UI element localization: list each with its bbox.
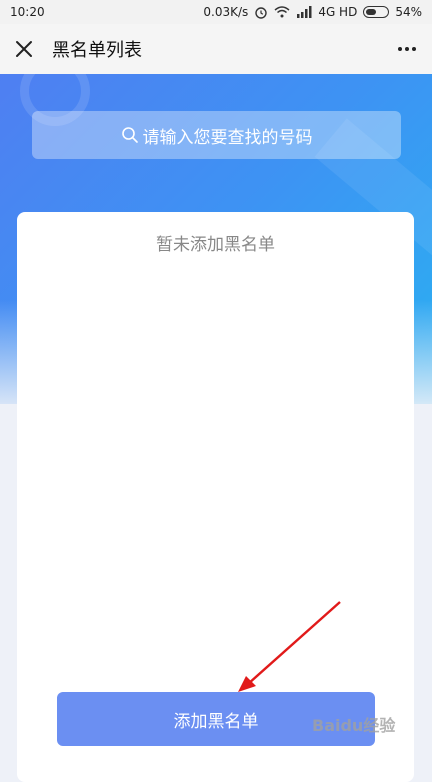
battery-percent: 54% (395, 5, 422, 19)
search-placeholder: 请输入您要查找的号码 (142, 127, 313, 148)
status-bar: 10:20 0.03K/s 4G HD 54% (0, 0, 432, 24)
status-time: 10:20 (10, 5, 45, 19)
search-icon (121, 127, 138, 143)
battery-icon (363, 6, 390, 18)
wifi-icon (274, 6, 290, 18)
more-icon[interactable] (396, 39, 418, 59)
page-title: 黑名单列表 (52, 40, 142, 61)
watermark-logo: Baidu经验 (312, 716, 396, 735)
empty-state-text: 暂未添加黑名单 (156, 235, 275, 255)
close-icon[interactable] (14, 39, 34, 59)
add-blacklist-label: 添加黑名单 (173, 711, 259, 732)
title-bar: 黑名单列表 (0, 24, 432, 74)
battery-fill (366, 9, 377, 15)
status-icons: 0.03K/s 4G HD 54% (203, 5, 422, 19)
network-type: 4G HD (318, 5, 358, 19)
network-speed: 0.03K/s (203, 5, 249, 19)
alarm-icon (255, 7, 268, 19)
search-input[interactable]: 请输入您要查找的号码 (32, 111, 401, 159)
signal-icon (297, 6, 312, 18)
